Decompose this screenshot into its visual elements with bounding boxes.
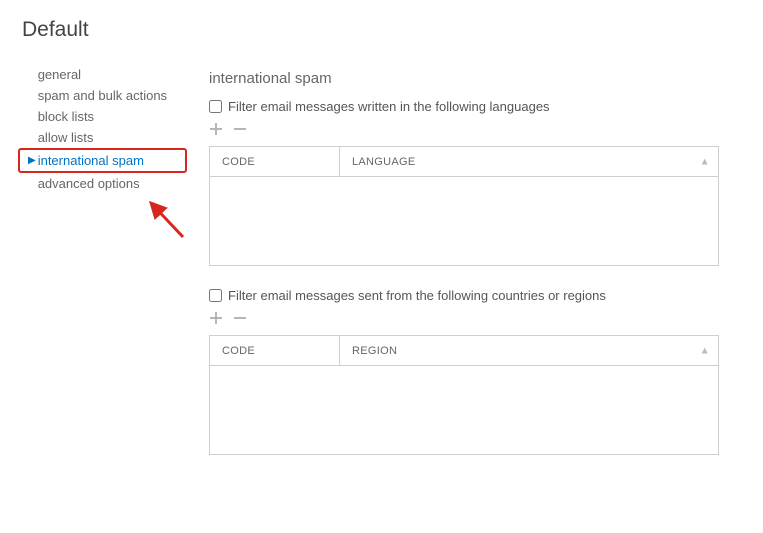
minus-icon (233, 122, 247, 136)
remove-language-button[interactable] (233, 122, 247, 136)
sidebar-item-international-spam[interactable]: ▶ international spam (18, 148, 187, 173)
plus-icon (209, 122, 223, 136)
language-grid-body (210, 177, 718, 265)
sidebar-item-label: international spam (38, 153, 144, 168)
region-name-column-header[interactable]: REGION ▲ (340, 336, 718, 365)
sort-ascending-icon: ▲ (700, 156, 710, 167)
region-filter-label: Filter email messages sent from the foll… (228, 288, 606, 303)
remove-region-button[interactable] (233, 311, 247, 325)
add-region-button[interactable] (209, 311, 223, 325)
sidebar-item-spam-bulk[interactable]: ▶ spam and bulk actions (22, 85, 187, 106)
region-grid-header: CODE REGION ▲ (210, 336, 718, 366)
column-label: CODE (222, 345, 255, 357)
region-filter-checkbox[interactable] (209, 289, 222, 302)
language-name-column-header[interactable]: LANGUAGE ▲ (340, 147, 718, 176)
column-label: REGION (352, 345, 397, 357)
sidebar-item-label: allow lists (38, 130, 94, 145)
minus-icon (233, 311, 247, 325)
sort-ascending-icon: ▲ (700, 345, 710, 356)
sidebar: ▶ general ▶ spam and bulk actions ▶ bloc… (22, 64, 187, 477)
column-label: LANGUAGE (352, 156, 416, 168)
sidebar-item-label: general (38, 67, 81, 82)
sidebar-item-label: block lists (38, 109, 94, 124)
main-panel: international spam Filter email messages… (187, 64, 763, 477)
plus-icon (209, 311, 223, 325)
language-filter-label: Filter email messages written in the fol… (228, 99, 550, 114)
language-code-column-header[interactable]: CODE (210, 147, 340, 176)
sidebar-item-advanced-options[interactable]: ▶ advanced options (22, 173, 187, 194)
page-title: Default (0, 0, 763, 64)
sidebar-item-label: advanced options (38, 176, 140, 191)
language-grid: CODE LANGUAGE ▲ (209, 146, 719, 266)
column-label: CODE (222, 156, 255, 168)
sidebar-item-allow-lists[interactable]: ▶ allow lists (22, 127, 187, 148)
region-grid-body (210, 366, 718, 454)
language-filter-checkbox[interactable] (209, 100, 222, 113)
region-grid: CODE REGION ▲ (209, 335, 719, 455)
sidebar-item-general[interactable]: ▶ general (22, 64, 187, 85)
caret-icon: ▶ (28, 155, 36, 166)
add-language-button[interactable] (209, 122, 223, 136)
sidebar-item-label: spam and bulk actions (38, 88, 167, 103)
region-code-column-header[interactable]: CODE (210, 336, 340, 365)
section-title: international spam (209, 70, 733, 87)
language-grid-header: CODE LANGUAGE ▲ (210, 147, 718, 177)
sidebar-item-block-lists[interactable]: ▶ block lists (22, 106, 187, 127)
